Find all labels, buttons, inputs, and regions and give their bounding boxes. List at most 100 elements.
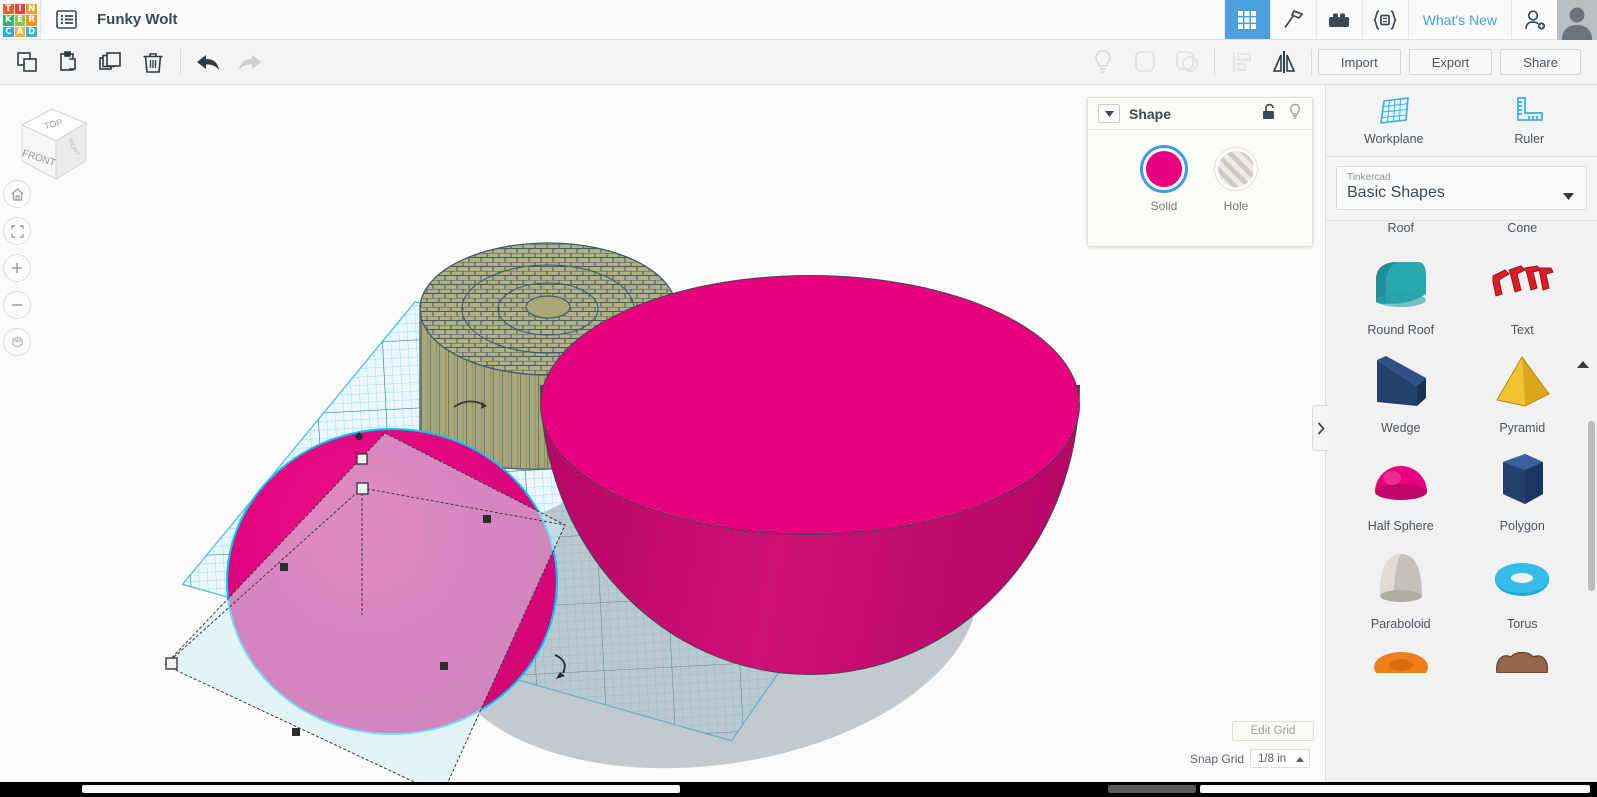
hole-option[interactable]: Hole	[1214, 147, 1258, 213]
library-name: Basic Shapes	[1347, 184, 1445, 201]
top-bar-spacer	[178, 0, 1224, 39]
sidebar-tools: Workplane Ruler	[1326, 85, 1597, 157]
round-roof-icon	[1340, 247, 1462, 323]
polygon-icon	[1462, 443, 1584, 519]
fit-view-button[interactable]	[3, 217, 31, 245]
paraboloid-icon	[1340, 541, 1462, 617]
shape-label: Polygon	[1499, 519, 1545, 533]
chevron-down-icon[interactable]	[1098, 104, 1120, 123]
shape-item-polygon[interactable]: Polygon	[1462, 443, 1584, 541]
shape-item-paraboloid[interactable]: Paraboloid	[1340, 541, 1462, 639]
duplicate-button[interactable]	[90, 40, 132, 85]
scale-handle-front	[292, 728, 300, 736]
snap-grid-select[interactable]: 1/8 in	[1250, 749, 1311, 768]
rotate-arrow	[554, 654, 566, 674]
lightbulb-icon[interactable]	[1082, 40, 1124, 85]
paste-button[interactable]	[48, 40, 90, 85]
scroll-up-caret-icon[interactable]	[1577, 355, 1589, 373]
solid-option[interactable]: Solid	[1140, 145, 1188, 213]
mirror-icon[interactable]	[1263, 40, 1305, 85]
shape-row: Wedge Pyramid	[1340, 345, 1583, 443]
import-button[interactable]: Import	[1317, 49, 1401, 75]
shape-label: Half Sphere	[1367, 519, 1434, 533]
ungroup-icon[interactable]	[1166, 40, 1208, 85]
shape-item-round-roof[interactable]: Round Roof	[1340, 247, 1462, 345]
edit-grid-button[interactable]: Edit Grid	[1232, 721, 1314, 741]
selection-gizmo[interactable]	[140, 415, 660, 782]
shape-item-pyramid[interactable]: Pyramid	[1462, 345, 1584, 443]
solid-color-swatch[interactable]	[1140, 145, 1188, 193]
shape-item-half-sphere[interactable]: Half Sphere	[1340, 443, 1462, 541]
shape-item-roof[interactable]: Roof	[1340, 221, 1462, 247]
unlock-icon[interactable]	[1261, 103, 1276, 125]
blocks-icon[interactable]	[1315, 0, 1362, 39]
undo-button[interactable]	[187, 40, 229, 85]
apps-grid-icon[interactable]	[1223, 0, 1270, 39]
shape-label: Text	[1510, 323, 1534, 337]
delete-button[interactable]	[132, 40, 174, 85]
shape-properties-panel[interactable]: Shape Solid Hole	[1087, 97, 1313, 247]
shape-label: Round Roof	[1367, 323, 1435, 337]
zoom-out-button[interactable]	[3, 291, 31, 319]
shape-row: Round Roof Text	[1340, 247, 1583, 345]
hole-swatch[interactable]	[1214, 147, 1258, 191]
shape-grid: Roof Cone Round Roof Text Wedge Pyramid …	[1326, 221, 1597, 681]
user-avatar[interactable]	[1557, 0, 1597, 40]
export-button[interactable]: Export	[1408, 49, 1493, 75]
pyramid-icon	[1462, 345, 1584, 421]
top-bar: T I N K E R C A D Funky Wolt What's New	[0, 0, 1597, 40]
tinker-hammer-icon[interactable]	[1269, 0, 1316, 39]
workplane-tool[interactable]: Workplane	[1326, 85, 1462, 156]
shape-item-wedge[interactable]: Wedge	[1340, 345, 1462, 443]
ruler-tool[interactable]: Ruler	[1462, 85, 1597, 156]
shape-label: Cone	[1507, 221, 1538, 235]
home-view-button[interactable]	[3, 180, 31, 208]
shape-item-text[interactable]: Text	[1462, 247, 1584, 345]
view-cube[interactable]: TOP FRONT RIGHT	[8, 103, 92, 187]
perspective-toggle-button[interactable]	[3, 328, 31, 356]
shape-library-dropdown[interactable]: Tinkercad Basic Shapes	[1336, 166, 1587, 210]
document-list-icon[interactable]	[41, 0, 91, 39]
hole-label: Hole	[1223, 199, 1249, 213]
logo-tile-4: E	[14, 15, 26, 26]
logo-tile-5: R	[26, 15, 37, 26]
document-title[interactable]: Funky Wolt	[91, 0, 178, 39]
shape-row: Paraboloid Torus	[1340, 541, 1583, 639]
shape-item-heart-partial[interactable]	[1462, 639, 1584, 681]
shape-label: Wedge	[1381, 421, 1421, 435]
horizontal-scrollbar-track[interactable]	[82, 785, 680, 793]
half-sphere-icon	[1340, 443, 1462, 519]
bottom-bar	[0, 782, 1597, 797]
divider	[1310, 49, 1312, 75]
tube-icon	[1340, 639, 1462, 673]
shape-panel-header: Shape	[1088, 98, 1312, 130]
shape-item-cone[interactable]: Cone	[1462, 221, 1584, 247]
logo-tile-6: C	[3, 26, 14, 37]
add-person-icon[interactable]	[1511, 0, 1557, 39]
tinkercad-logo[interactable]: T I N K E R C A D	[0, 0, 40, 40]
snap-grid-label: Snap Grid	[1190, 751, 1245, 766]
chevron-down-icon[interactable]	[1563, 187, 1574, 205]
align-icon[interactable]	[1221, 40, 1263, 85]
ruler-icon	[1517, 97, 1544, 121]
sidebar-scrollbar[interactable]	[1588, 421, 1595, 591]
scale-handle-right	[483, 515, 491, 523]
lightbulb-icon[interactable]	[1288, 103, 1302, 125]
scale-handle-corner	[440, 662, 448, 670]
logo-tile-8: D	[26, 26, 37, 37]
group-icon[interactable]	[1124, 40, 1166, 85]
shape-item-tube-partial[interactable]	[1340, 639, 1462, 681]
logo-tile-7: A	[14, 26, 26, 37]
whats-new-link[interactable]: What's New	[1407, 0, 1511, 39]
copy-button[interactable]	[6, 40, 48, 85]
share-button[interactable]: Share	[1500, 49, 1581, 75]
redo-button[interactable]	[229, 40, 271, 85]
snap-grid-value: 1/8 in	[1258, 752, 1287, 765]
horizontal-scrollbar-track-right[interactable]	[1200, 785, 1590, 793]
zoom-in-button[interactable]	[3, 254, 31, 282]
shape-item-torus[interactable]: Torus	[1462, 541, 1584, 639]
codeblocks-icon[interactable]	[1361, 0, 1408, 39]
shape-library-shelf[interactable]: Roof Cone Round Roof Text Wedge Pyramid …	[1326, 221, 1597, 797]
sidebar-collapse-button[interactable]	[1312, 405, 1328, 451]
horizontal-scrollbar-thumb[interactable]	[1108, 785, 1196, 793]
